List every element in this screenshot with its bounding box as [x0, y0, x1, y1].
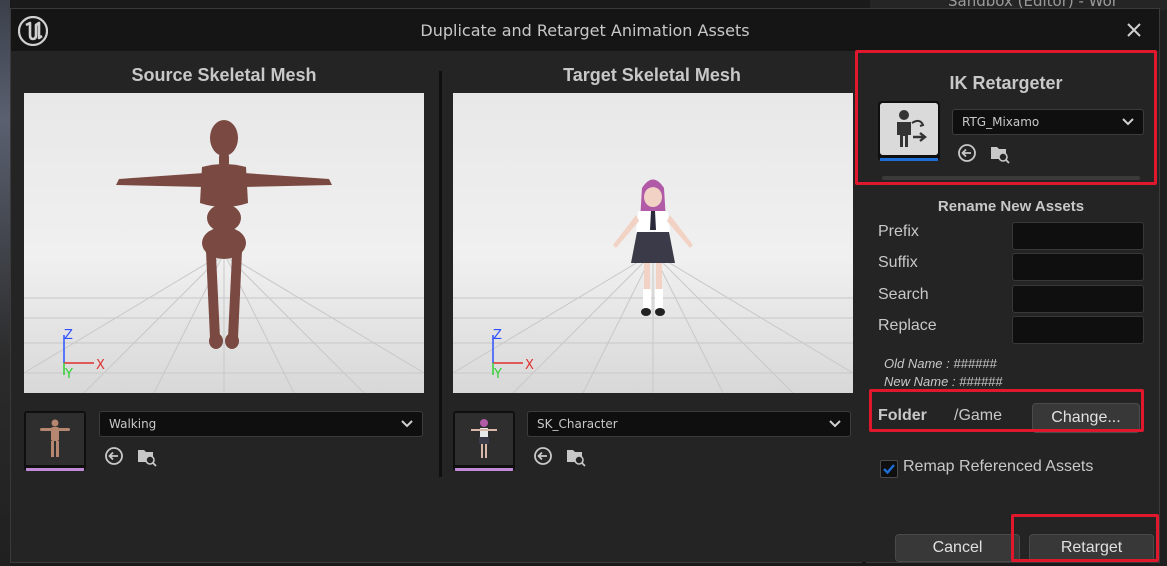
arrow-left-circle-icon[interactable] [532, 445, 554, 467]
suffix-input[interactable] [1012, 253, 1144, 281]
search-label: Search [878, 286, 929, 303]
old-name-preview: Old Name : ###### [884, 356, 997, 371]
remap-label: Remap Referenced Assets [903, 458, 1094, 475]
source-animation-thumbnail[interactable] [24, 411, 86, 471]
source-panel-title: Source Skeletal Mesh [131, 65, 317, 85]
chevron-down-icon [401, 420, 413, 428]
prefix-label: Prefix [878, 223, 919, 240]
folder-search-icon[interactable] [135, 445, 157, 467]
axis-y-label: Y [493, 367, 502, 382]
axis-x-label: X [525, 358, 534, 373]
thumbnail-type-bar [26, 468, 84, 471]
source-animation-value: Walking [109, 417, 157, 431]
suffix-label: Suffix [878, 254, 918, 271]
target-preview-scene: Z X Y [453, 93, 853, 393]
folder-highlight [869, 389, 1144, 432]
dialog-title: Duplicate and Retarget Animation Assets [420, 21, 750, 40]
panel-divider [439, 71, 442, 477]
target-mesh-thumbnail[interactable] [453, 411, 515, 471]
target-thumb-preview [455, 413, 513, 465]
axis-y-label: Y [64, 367, 73, 382]
dialog-titlebar: Duplicate and Retarget Animation Assets [11, 9, 1159, 51]
new-name-preview: New Name : ###### [884, 374, 1003, 389]
source-animation-combo[interactable]: Walking [99, 411, 423, 437]
prefix-input[interactable] [1012, 222, 1144, 250]
remap-checkbox[interactable] [880, 460, 898, 478]
rename-section-title: Rename New Assets [937, 198, 1085, 215]
folder-search-icon[interactable] [564, 445, 586, 467]
source-preview-scene: Z X Y [24, 93, 424, 393]
thumbnail-type-bar [455, 468, 513, 471]
editor-left-edge [0, 0, 10, 566]
axis-x-label: X [96, 358, 105, 373]
chevron-down-icon [829, 420, 841, 428]
search-input[interactable] [1012, 285, 1144, 313]
close-icon[interactable] [1121, 17, 1147, 43]
target-panel-title: Target Skeletal Mesh [563, 65, 741, 85]
axis-z-label: Z [493, 328, 502, 343]
source-viewport[interactable]: Z X Y [24, 93, 424, 393]
arrow-left-circle-icon[interactable] [103, 445, 125, 467]
checkmark-icon [883, 464, 895, 475]
source-thumb-preview [26, 413, 84, 465]
replace-label: Replace [878, 317, 937, 334]
target-viewport[interactable]: Z X Y [453, 93, 853, 393]
retarget-button-highlight [1011, 514, 1159, 562]
target-mesh-combo[interactable]: SK_Character [527, 411, 851, 437]
axis-z-label: Z [64, 328, 73, 343]
ik-retargeter-highlight [855, 50, 1157, 185]
target-mesh-value: SK_Character [537, 417, 618, 431]
cancel-button[interactable]: Cancel [895, 534, 1020, 562]
replace-input[interactable] [1012, 316, 1144, 344]
